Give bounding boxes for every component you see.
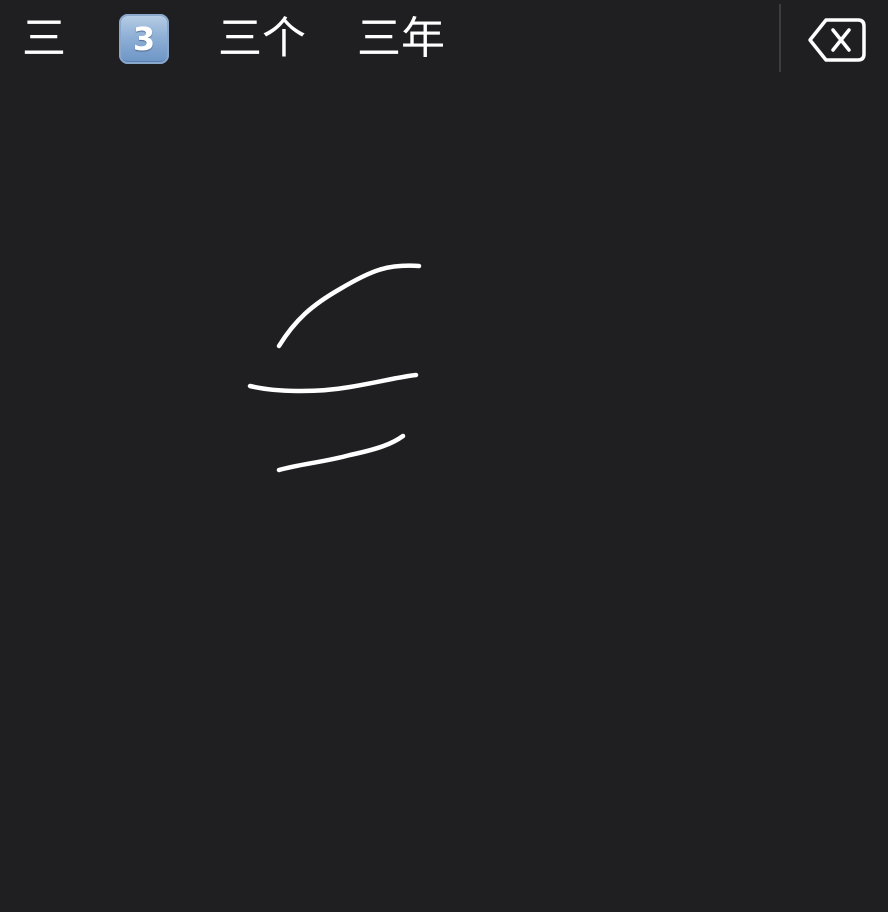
candidate-san[interactable]: 三 bbox=[22, 14, 66, 64]
stroke-3 bbox=[276, 433, 406, 473]
candidate-keycap-3[interactable]: 3 bbox=[119, 14, 169, 64]
handwriting-strokes bbox=[247, 263, 422, 473]
handwriting-keyboard: 三 3 三个 三年 bbox=[0, 0, 888, 912]
candidate-san-nian[interactable]: 三年 bbox=[357, 14, 445, 64]
keycap-digit-three-emoji: 3 bbox=[119, 14, 169, 64]
candidate-divider bbox=[779, 4, 781, 72]
delete-button[interactable] bbox=[806, 14, 868, 66]
stroke-1 bbox=[276, 263, 422, 349]
candidate-bar: 三 3 三个 三年 bbox=[0, 0, 888, 78]
handwriting-canvas[interactable] bbox=[0, 78, 888, 912]
keycap-digit: 3 bbox=[132, 20, 156, 58]
stroke-2 bbox=[247, 372, 419, 394]
backspace-icon bbox=[808, 18, 866, 62]
keycap-background: 3 bbox=[119, 14, 169, 64]
candidate-san-ge[interactable]: 三个 bbox=[218, 14, 306, 64]
